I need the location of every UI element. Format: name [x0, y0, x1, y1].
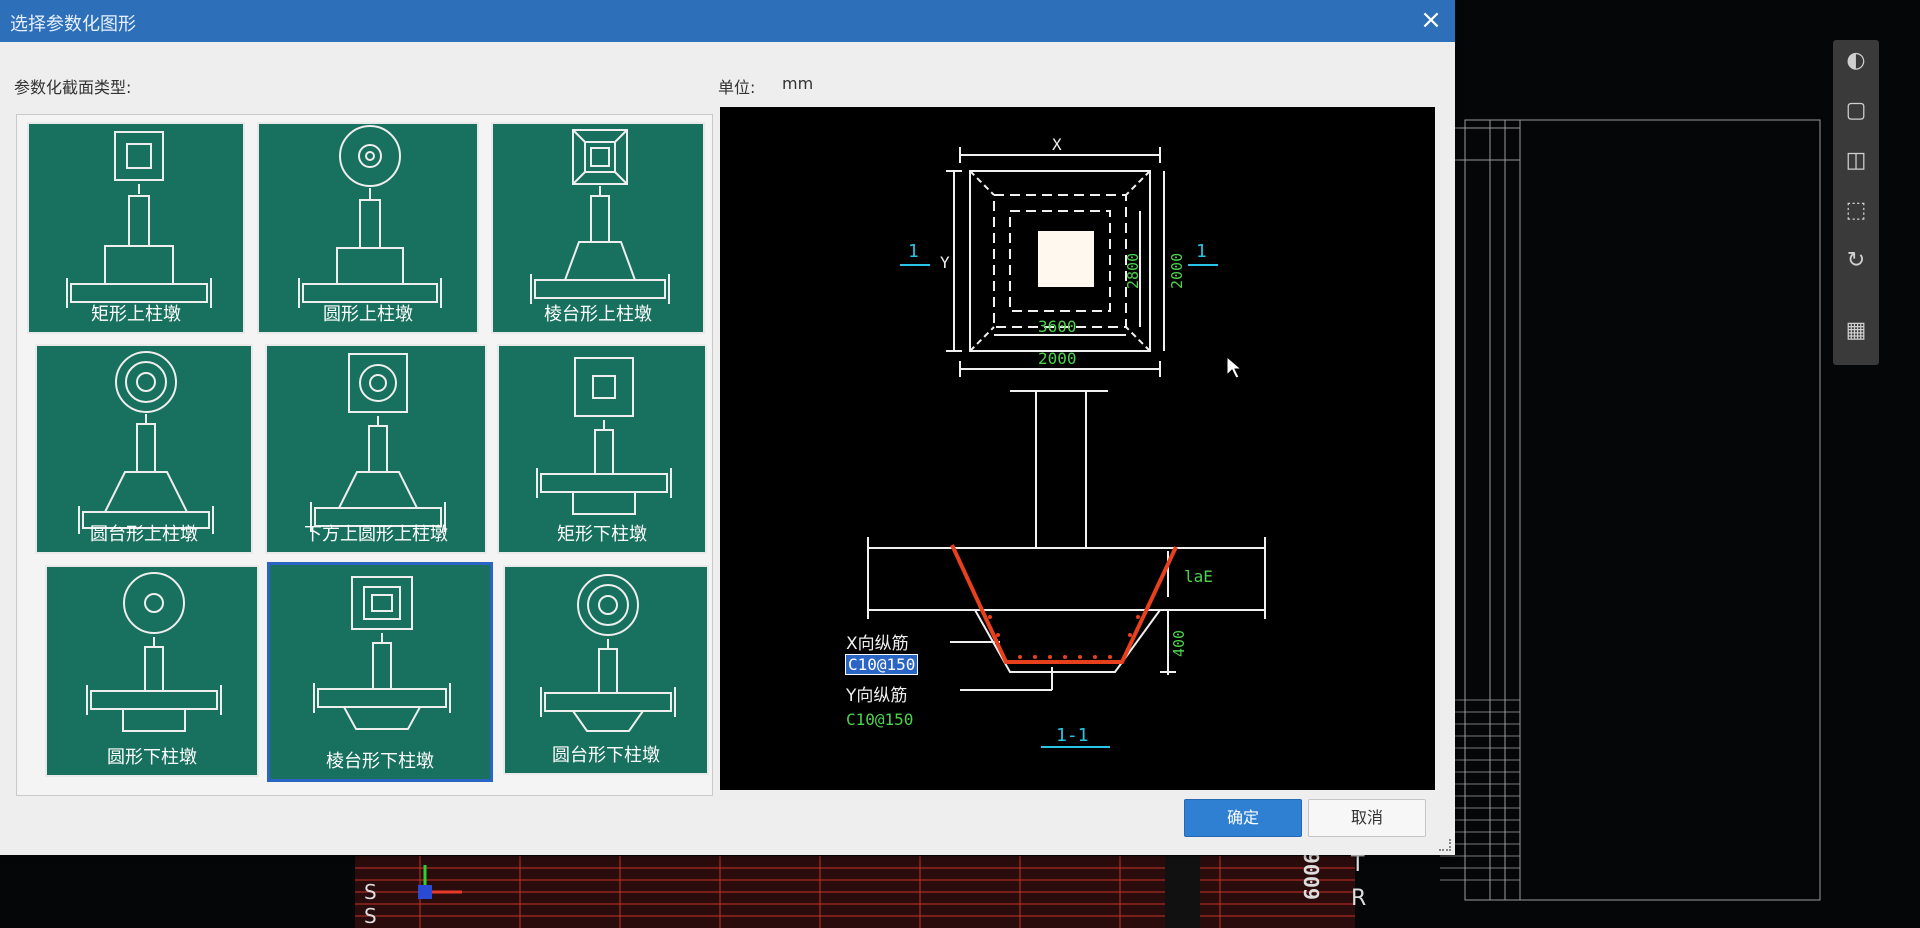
- rebar-line: [950, 544, 1178, 664]
- tile-label: 棱台形上柱墩: [544, 304, 652, 325]
- y-rebar-value[interactable]: C10@150: [846, 710, 913, 729]
- tile-frustum-lower-pier[interactable]: 棱台形下柱墩: [267, 562, 493, 782]
- tile-label: 棱台形下柱墩: [326, 751, 434, 772]
- sphere-view-icon[interactable]: ◐: [1841, 46, 1871, 76]
- ok-button[interactable]: 确定: [1184, 799, 1302, 837]
- parametric-shape-dialog: 选择参数化图形 × 参数化截面类型: 单位: mm 矩形上柱墩 圆形上柱墩 棱台…: [0, 0, 1455, 855]
- tile-label: 圆台形下柱墩: [552, 745, 660, 766]
- preview-drawing: [867, 147, 1266, 748]
- x-rebar-value[interactable]: C10@150: [844, 654, 919, 675]
- dialog-titlebar[interactable]: 选择参数化图形 ×: [0, 0, 1455, 42]
- shape-type-grid: 矩形上柱墩 圆形上柱墩 棱台形上柱墩 圆台形上柱墩 下方上圆形上柱墩 矩形下柱墩…: [16, 114, 713, 796]
- tile-circle-upper-pier[interactable]: 圆形上柱墩: [257, 122, 479, 334]
- cad-bottom-left-letter-1: S: [364, 880, 377, 904]
- tile-label: 矩形下柱墩: [557, 524, 647, 545]
- dim-2000-right-label: 2000: [1168, 252, 1186, 289]
- tile-circle-lower-pier[interactable]: 圆形下柱墩: [45, 565, 259, 777]
- section-name-label: 1-1: [1056, 725, 1089, 746]
- cad-bottom-letter-r: R: [1351, 886, 1367, 911]
- tile-square-bottom-circle-top-pier[interactable]: 下方上圆形上柱墩: [265, 344, 487, 554]
- dim-y-label: Y: [940, 253, 950, 272]
- tile-label: 下方上圆形上柱墩: [304, 524, 448, 545]
- view-toolbar: ◐ ▢ ◫ ⬚ ↻ ▦: [1833, 40, 1879, 365]
- close-icon[interactable]: ×: [1417, 6, 1445, 34]
- grid-table-icon[interactable]: ▦: [1841, 316, 1871, 346]
- cube-front-icon[interactable]: ◫: [1841, 146, 1871, 176]
- unit-value: mm: [782, 74, 814, 93]
- lae-label: laE: [1184, 567, 1213, 586]
- section-types-label: 参数化截面类型:: [14, 78, 132, 97]
- unit-label: 单位:: [718, 78, 756, 97]
- tile-label: 矩形上柱墩: [91, 304, 181, 325]
- dim-2800-label: 2800: [1124, 252, 1142, 289]
- x-rebar-label: X向纵筋: [846, 634, 909, 654]
- tile-circular-frustum-upper-pier[interactable]: 圆台形上柱墩: [35, 344, 253, 554]
- cube-3d-icon[interactable]: ⬚: [1841, 196, 1871, 226]
- dialog-title: 选择参数化图形: [10, 14, 136, 35]
- cancel-button[interactable]: 取消: [1308, 799, 1426, 837]
- dim-3600-label: 3600: [1038, 317, 1077, 336]
- cube-2d-icon[interactable]: ▢: [1841, 96, 1871, 126]
- shape-preview-panel: X Y 2800 2000 3600 2000 1 1 laE 400 X向纵筋…: [720, 107, 1435, 790]
- dim-2000-bottom-label: 2000: [1038, 349, 1077, 368]
- mouse-cursor-icon: [1226, 356, 1242, 379]
- tile-circular-frustum-lower-pier[interactable]: 圆台形下柱墩: [503, 565, 709, 775]
- cad-bottom-letter-t: T: [1351, 852, 1365, 877]
- tile-label: 圆形下柱墩: [107, 747, 197, 768]
- y-rebar-label: Y向纵筋: [846, 686, 908, 706]
- rotate-icon[interactable]: ↻: [1841, 246, 1871, 276]
- tile-rect-lower-pier[interactable]: 矩形下柱墩: [497, 344, 707, 554]
- resize-grip-icon[interactable]: [1439, 839, 1451, 851]
- cad-bottom-left-letter-2: S: [364, 904, 377, 928]
- section-mark-left: 1: [908, 241, 919, 262]
- tile-label: 圆台形上柱墩: [90, 524, 198, 545]
- column-square: [1038, 231, 1094, 287]
- dim-400-label: 400: [1170, 629, 1188, 657]
- section-mark-right: 1: [1196, 241, 1207, 262]
- tile-label: 圆形上柱墩: [323, 304, 413, 325]
- dim-x-label: X: [1052, 135, 1062, 154]
- tile-frustum-upper-pier[interactable]: 棱台形上柱墩: [491, 122, 705, 334]
- tile-rect-upper-pier[interactable]: 矩形上柱墩: [27, 122, 245, 334]
